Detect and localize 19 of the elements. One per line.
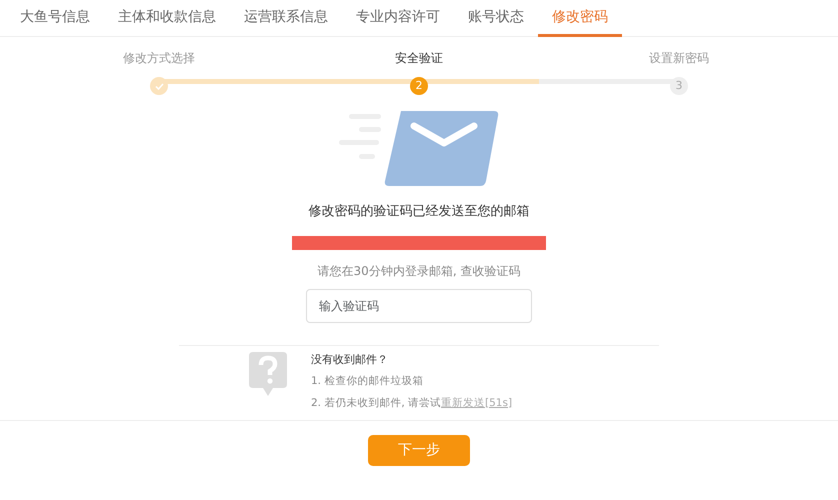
step-number: 2 (410, 77, 428, 95)
help-step: 2. 若仍未收到邮件, 请尝试 (311, 396, 442, 412)
tab[interactable]: 修改密码 (538, 0, 622, 37)
step-label: 设置新密码 (649, 50, 709, 67)
help-step: 1. 检查你的邮件垃圾箱 (311, 374, 424, 390)
tab[interactable]: 大鱼号信息 (6, 0, 104, 37)
question-icon (249, 352, 287, 396)
help-title: 没有收到邮件？ (311, 352, 389, 368)
step-label: 修改方式选择 (123, 50, 195, 67)
expiry-hint: 请您在30分钟内登录邮箱, 查收验证码 (318, 262, 520, 280)
tab[interactable]: 运营联系信息 (230, 0, 342, 37)
code-input-field[interactable]: 输入验证码 (306, 288, 532, 322)
step-number: 3 (670, 77, 688, 95)
step-label: 安全验证 (395, 50, 443, 67)
sent-message: 修改密码的验证码已经发送至您的邮箱 (308, 203, 530, 221)
envelope-icon (339, 111, 499, 186)
tab[interactable]: 账号状态 (454, 0, 538, 37)
tab[interactable]: 专业内容许可 (342, 0, 454, 37)
tab[interactable]: 主体和收款信息 (104, 0, 230, 37)
